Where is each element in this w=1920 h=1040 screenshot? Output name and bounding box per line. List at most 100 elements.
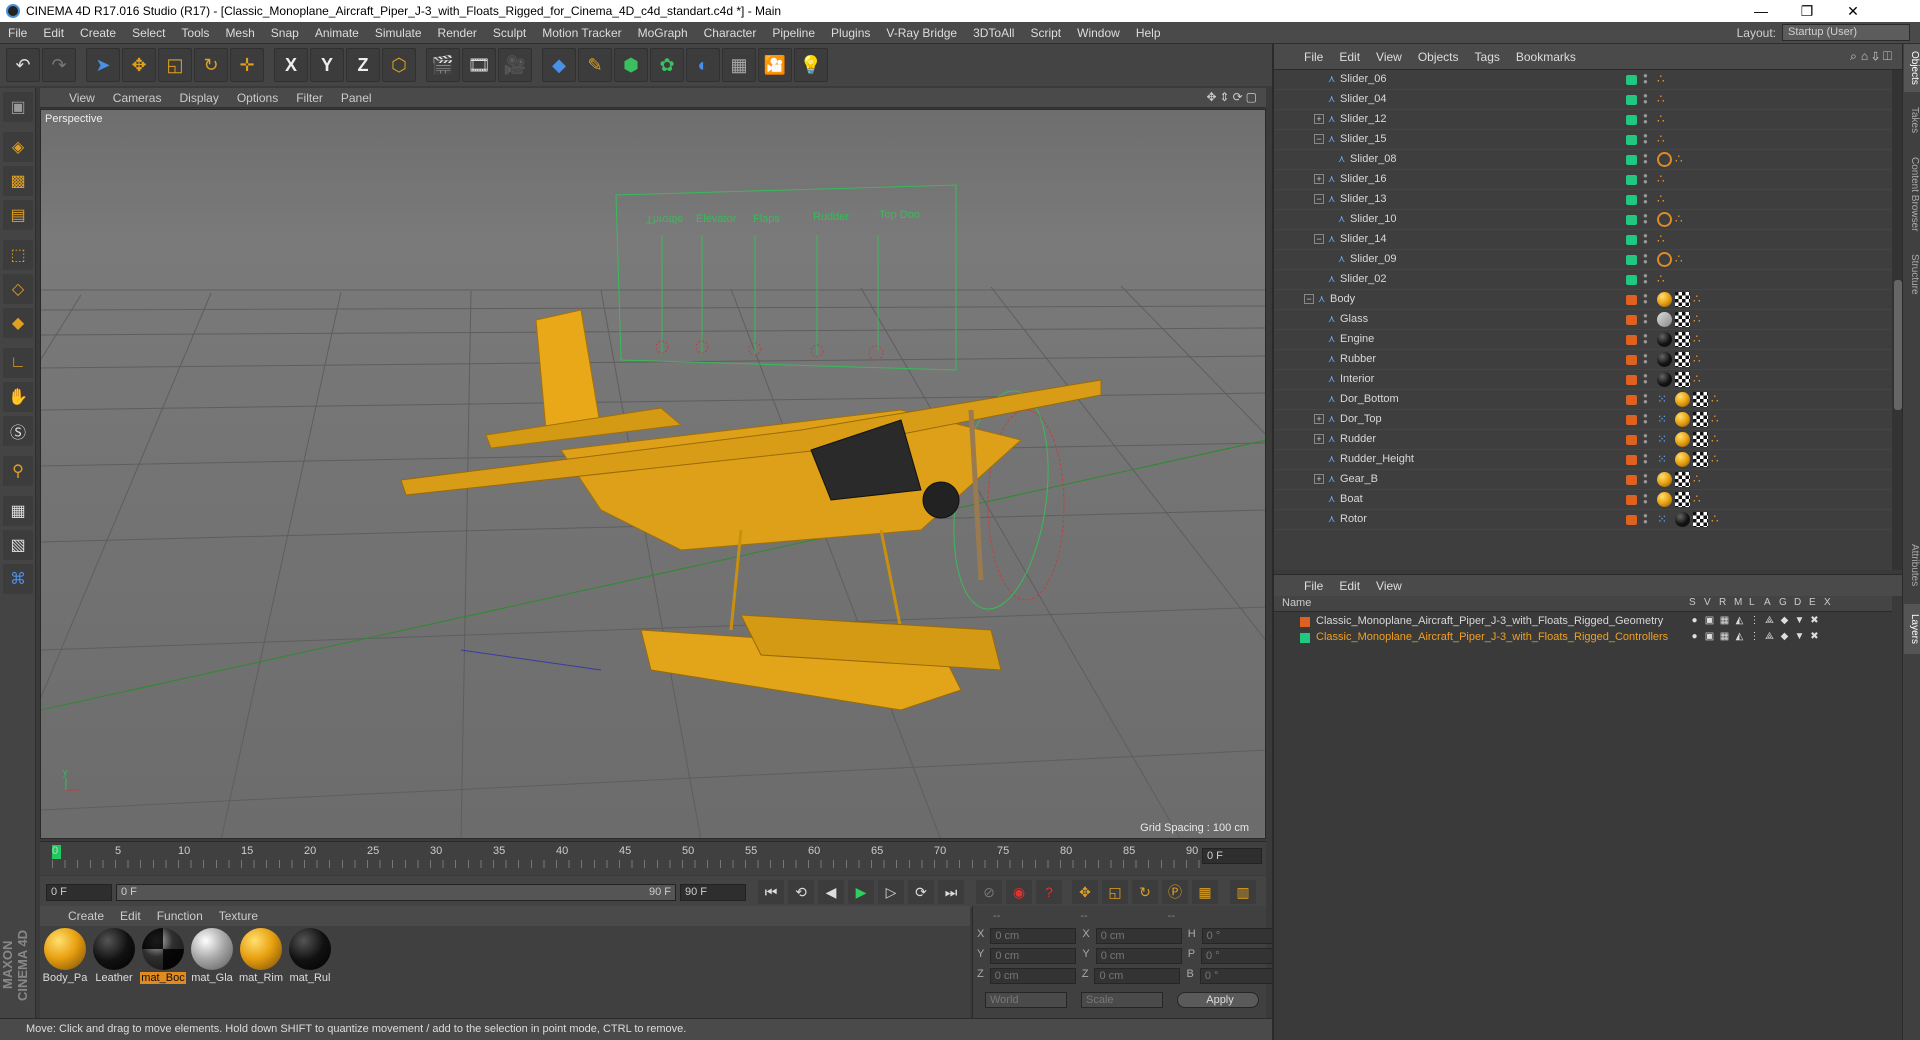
key-rotation-button[interactable]: ↻ <box>1132 880 1158 904</box>
material-item[interactable]: mat_Rul <box>287 928 333 984</box>
redo-button[interactable]: ↷ <box>42 48 76 82</box>
layer-column-header[interactable]: V <box>1704 597 1711 608</box>
controller-panel[interactable]: Throttle Elevator Flaps Rudder Top Doo <box>615 184 957 371</box>
constraint-tag-icon[interactable]: ∴ <box>1693 473 1704 485</box>
layer-color-swatch[interactable] <box>1626 175 1637 185</box>
menu-snap[interactable]: Snap <box>263 26 307 40</box>
material-tag-icon[interactable] <box>1657 492 1672 507</box>
material-tag-icon[interactable] <box>1657 332 1672 347</box>
object-row[interactable]: + ⋏ Dor_Top ● ● ⁙ ∴ <box>1274 410 1892 430</box>
material-tag-icon[interactable] <box>1675 412 1690 427</box>
viewport-menu-options[interactable]: Options <box>228 91 287 105</box>
make-editable-button[interactable]: ▣ <box>3 92 33 122</box>
magnet-button[interactable]: ⚲ <box>3 456 33 486</box>
object-row[interactable]: + ⋏ Slider_12 ● ● ∴ <box>1274 110 1892 130</box>
side-tab-objects[interactable]: Objects <box>1904 44 1920 92</box>
position-y-field[interactable]: 0 cm <box>990 948 1077 964</box>
goto-start-button[interactable]: ⏮ <box>758 880 784 904</box>
expand-toggle-icon[interactable]: − <box>1314 234 1324 244</box>
visibility-dots-icon[interactable]: ● ● <box>1643 192 1648 206</box>
object-row[interactable]: ⋏ Slider_09 ● ● ∴ <box>1274 250 1892 270</box>
position-z-field[interactable]: 0 cm <box>989 968 1076 984</box>
object-row[interactable]: ⋏ Interior ● ● ∴ <box>1274 370 1892 390</box>
menu-3dtoall[interactable]: 3DToAll <box>965 26 1022 40</box>
visibility-dots-icon[interactable]: ● ● <box>1643 272 1648 286</box>
material-tag-icon[interactable] <box>1657 292 1672 307</box>
layer-color-swatch[interactable] <box>1626 135 1637 145</box>
visibility-dots-icon[interactable]: ● ● <box>1643 412 1648 426</box>
uvw-tag-icon[interactable] <box>1675 292 1690 307</box>
visibility-dots-icon[interactable]: ● ● <box>1643 332 1648 346</box>
live-selection-button[interactable]: ➤ <box>86 48 120 82</box>
menu-sculpt[interactable]: Sculpt <box>485 26 534 40</box>
selection-tag-icon[interactable]: ⁙ <box>1657 433 1668 445</box>
objects-menu-file[interactable]: File <box>1296 50 1331 64</box>
visibility-dots-icon[interactable]: ● ● <box>1643 212 1648 226</box>
viewport-navigation-icons[interactable]: ✥⇕⟳▢ <box>1206 90 1260 104</box>
material-item[interactable]: mat_Boc <box>140 928 186 984</box>
object-row[interactable]: + ⋏ Gear_B ● ● ∴ <box>1274 470 1892 490</box>
add-cube-button[interactable]: ◆ <box>542 48 576 82</box>
layer-color-swatch[interactable] <box>1626 255 1637 265</box>
layer-color-swatch[interactable] <box>1626 155 1637 165</box>
layer-flag-icon[interactable]: ◭ <box>1734 616 1745 627</box>
material-item[interactable]: Leather <box>91 928 137 984</box>
visibility-dots-icon[interactable]: ● ● <box>1643 452 1648 466</box>
uvw-tag-icon[interactable] <box>1693 392 1708 407</box>
constraint-tag-icon[interactable]: ∴ <box>1657 233 1668 245</box>
objects-menu-edit[interactable]: Edit <box>1331 50 1368 64</box>
visibility-dots-icon[interactable]: ● ● <box>1643 172 1648 186</box>
menu-plugins[interactable]: Plugins <box>823 26 878 40</box>
maximize-button[interactable]: ❐ <box>1784 0 1830 22</box>
object-row[interactable]: ⋏ Glass ● ● ∴ <box>1274 310 1892 330</box>
y-axis-lock-button[interactable]: Y <box>310 48 344 82</box>
viewport-menu-cameras[interactable]: Cameras <box>104 91 171 105</box>
edges-mode-button[interactable]: ◇ <box>3 274 33 304</box>
layout-dropdown[interactable]: Startup (User) <box>1782 24 1910 41</box>
material-tag-icon[interactable] <box>1675 432 1690 447</box>
protection-tag-icon[interactable] <box>1657 152 1672 167</box>
constraint-tag-icon[interactable]: ∴ <box>1657 93 1668 105</box>
render-picture-viewer-button[interactable]: 🎞 <box>462 48 496 82</box>
layer-color-swatch[interactable] <box>1626 75 1637 85</box>
menu-vray-bridge[interactable]: V-Ray Bridge <box>878 26 965 40</box>
workplane-mode-button[interactable]: ▤ <box>3 200 33 230</box>
layer-column-header[interactable]: D <box>1794 597 1801 608</box>
menu-simulate[interactable]: Simulate <box>367 26 430 40</box>
key-position-button[interactable]: ✥ <box>1072 880 1098 904</box>
material-tag-icon[interactable] <box>1657 312 1672 327</box>
constraint-tag-icon[interactable]: ∴ <box>1657 113 1668 125</box>
object-row[interactable]: ⋏ Slider_04 ● ● ∴ <box>1274 90 1892 110</box>
protection-tag-icon[interactable] <box>1657 252 1672 267</box>
render-view-button[interactable]: 🎬 <box>426 48 460 82</box>
points-mode-button[interactable]: ⬚ <box>3 240 33 270</box>
layer-flag-icon[interactable]: ⟁ <box>1764 632 1775 643</box>
uvw-tag-icon[interactable] <box>1693 452 1708 467</box>
rotation-p-field[interactable]: 0 ° <box>1201 948 1278 964</box>
perspective-viewport[interactable]: Throttle Elevator Flaps Rudder Top Doo y… <box>40 109 1266 839</box>
menu-select[interactable]: Select <box>124 26 173 40</box>
material-item[interactable]: mat_Gla <box>189 928 235 984</box>
menu-animate[interactable]: Animate <box>307 26 367 40</box>
key-parameter-button[interactable]: Ⓟ <box>1162 880 1188 904</box>
planar-workplane-button[interactable]: ▧ <box>3 530 33 560</box>
size-z-field[interactable]: 0 cm <box>1094 968 1181 984</box>
layer-color-swatch[interactable] <box>1626 515 1637 525</box>
layer-flag-icon[interactable]: ⋮ <box>1749 616 1760 627</box>
constraint-tag-icon[interactable]: ∴ <box>1657 133 1668 145</box>
menu-motion-tracker[interactable]: Motion Tracker <box>534 26 629 40</box>
tweak-mode-button[interactable]: ✋ <box>3 382 33 412</box>
layer-column-header[interactable]: S <box>1689 597 1696 608</box>
scrollbar-thumb[interactable] <box>1894 280 1902 410</box>
uvw-tag-icon[interactable] <box>1675 492 1690 507</box>
visibility-dots-icon[interactable]: ● ● <box>1643 232 1648 246</box>
menu-edit[interactable]: Edit <box>35 26 72 40</box>
expand-toggle-icon[interactable]: + <box>1314 434 1324 444</box>
material-tag-icon[interactable] <box>1675 392 1690 407</box>
add-camera-button[interactable]: 🎦 <box>758 48 792 82</box>
material-tag-icon[interactable] <box>1675 452 1690 467</box>
layer-column-header[interactable]: M <box>1734 597 1742 608</box>
constraint-tag-icon[interactable]: ∴ <box>1693 293 1704 305</box>
layer-column-header[interactable]: R <box>1719 597 1726 608</box>
material-menu-edit[interactable]: Edit <box>112 909 149 923</box>
